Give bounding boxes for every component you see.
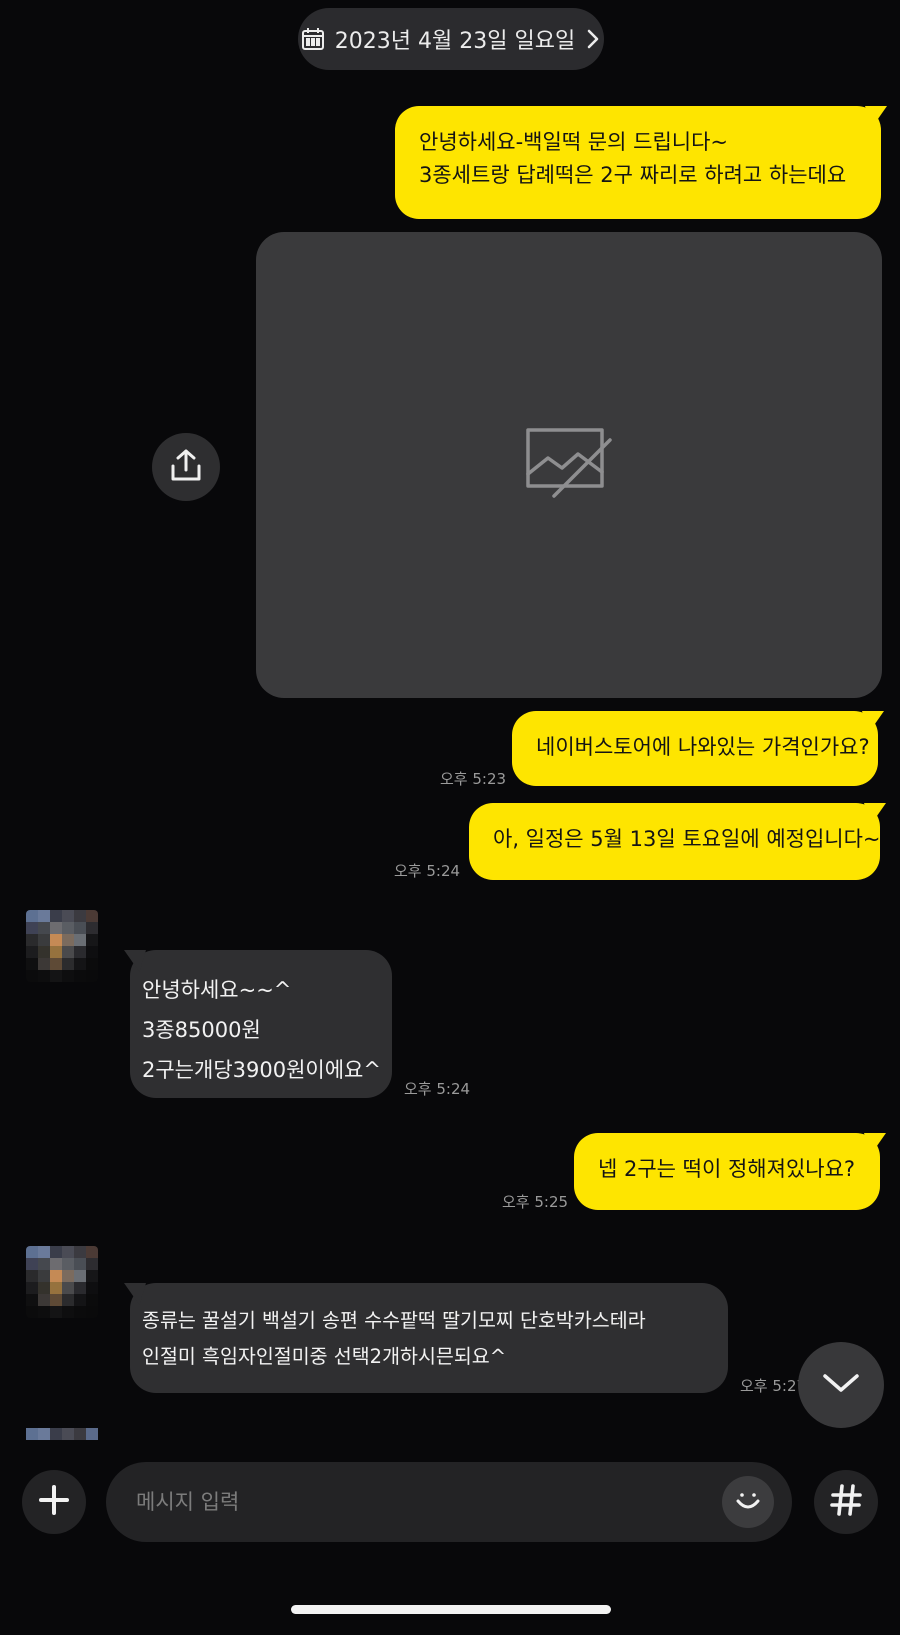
calendar-icon xyxy=(301,27,325,51)
date-label: 2023년 4월 23일 일요일 xyxy=(334,29,576,54)
bubble-tail xyxy=(864,1133,886,1155)
plus-icon xyxy=(38,1484,70,1520)
avatar[interactable] xyxy=(26,1246,98,1318)
message-time: 오후 5:25 xyxy=(502,1193,569,1211)
message-text: 종류는 꿀설기 백설기 송편 수수팥떡 딸기모찌 단호박카스테라 xyxy=(142,1309,646,1332)
message-text: 3종85000원 xyxy=(142,1018,261,1042)
message-time: 오후 5:23 xyxy=(440,770,507,788)
message-text: 아, 일정은 5월 13일 토요일에 예정입니다~ xyxy=(493,827,881,851)
share-icon xyxy=(170,448,202,486)
broken-image-icon xyxy=(524,426,614,504)
scroll-to-bottom-button[interactable] xyxy=(798,1342,884,1428)
message-text: 안녕하세요-백일떡 문의 드립니다~ xyxy=(419,130,729,154)
image-message[interactable] xyxy=(256,232,882,698)
their-message-bubble[interactable]: 종류는 꿀설기 백설기 송편 수수팥떡 딸기모찌 단호박카스테라 인절미 흑임자… xyxy=(124,1283,728,1393)
chevron-right-icon xyxy=(585,28,601,50)
my-message-bubble[interactable]: 안녕하세요-백일떡 문의 드립니다~ 3종세트랑 답례떡은 2구 짜리로 하려고… xyxy=(395,106,887,219)
emoji-button[interactable] xyxy=(722,1476,774,1528)
avatar[interactable] xyxy=(26,910,98,982)
bubble-tail xyxy=(124,950,146,972)
bubble-tail xyxy=(864,803,886,825)
avatar xyxy=(26,1428,98,1440)
bubble-tail xyxy=(124,1283,146,1305)
message-text: 인절미 흑임자인절미중 선택2개하시믄되요^ xyxy=(142,1345,507,1368)
message-text: 2구는개당3900원이에요^ xyxy=(142,1058,381,1082)
bubble-tail xyxy=(865,106,887,128)
add-attachment-button[interactable] xyxy=(22,1470,86,1534)
my-message-bubble[interactable]: 아, 일정은 5월 13일 토요일에 예정입니다~ xyxy=(469,803,886,880)
message-text: 안녕하세요~~^ xyxy=(142,978,292,1002)
hashtag-icon xyxy=(829,1483,863,1521)
message-time: 오후 5:24 xyxy=(404,1080,471,1098)
message-time: 오후 5:24 xyxy=(394,862,461,880)
my-message-bubble[interactable]: 네이버스토어에 나와있는 가격인가요? xyxy=(512,711,884,786)
share-button[interactable] xyxy=(152,433,220,501)
message-input-box[interactable] xyxy=(106,1462,792,1542)
message-text: 3종세트랑 답례떡은 2구 짜리로 하려고 하는데요 xyxy=(419,163,847,187)
home-indicator xyxy=(291,1605,611,1614)
chevron-down-icon xyxy=(822,1372,860,1398)
hashtag-button[interactable] xyxy=(814,1470,878,1534)
message-text: 넵 2구는 떡이 정해져있나요? xyxy=(598,1157,856,1181)
my-message-bubble[interactable]: 넵 2구는 떡이 정해져있나요? xyxy=(574,1133,886,1210)
bubble-tail xyxy=(862,711,884,733)
message-text: 네이버스토어에 나와있는 가격인가요? xyxy=(536,735,870,759)
message-input[interactable] xyxy=(134,1489,698,1515)
message-time: 오후 5:27 xyxy=(740,1377,807,1395)
smiley-icon xyxy=(732,1484,764,1520)
date-header[interactable]: 2023년 4월 23일 일요일 xyxy=(298,8,604,70)
their-message-bubble[interactable]: 안녕하세요~~^ 3종85000원 2구는개당3900원이에요^ xyxy=(124,950,392,1098)
